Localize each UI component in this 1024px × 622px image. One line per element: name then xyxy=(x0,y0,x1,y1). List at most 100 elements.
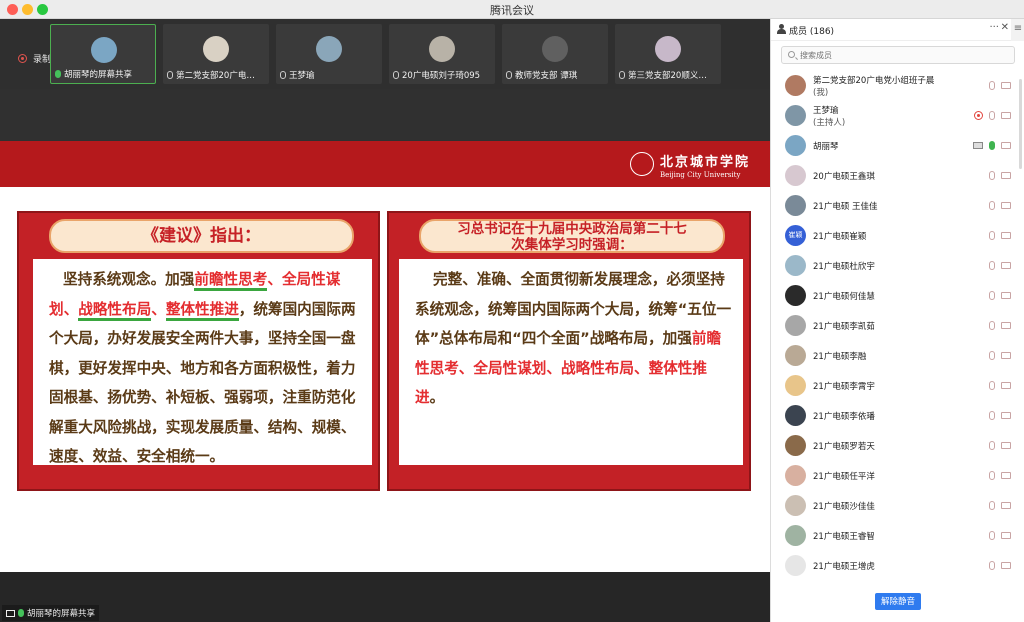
avatar xyxy=(785,375,806,396)
camera-off-icon[interactable] xyxy=(1001,172,1011,179)
microphone-muted-icon[interactable] xyxy=(989,351,995,360)
member-status-icons xyxy=(983,261,1011,271)
right-heading-line-2: 次集体学习时强调： xyxy=(511,237,633,253)
member-row[interactable]: 21广电硕罗若天 xyxy=(771,431,1024,461)
participant-name: 胡丽琴的屏幕共享 xyxy=(64,70,133,80)
left-highlight-1: 前瞻性思考 xyxy=(194,271,268,291)
member-search-box[interactable] xyxy=(781,46,1015,64)
member-status-icons xyxy=(968,111,1011,121)
member-row[interactable]: 崔颖 21广电硕崔颖 xyxy=(771,221,1024,251)
person-icon xyxy=(777,24,786,34)
microphone-muted-icon[interactable] xyxy=(989,441,995,450)
member-status-icons xyxy=(983,561,1011,571)
camera-off-icon[interactable] xyxy=(1001,502,1011,509)
member-row[interactable]: 21广电硕李融 xyxy=(771,341,1024,371)
microphone-muted-icon[interactable] xyxy=(989,171,995,180)
participant-thumbnail[interactable]: 王梦瑜 xyxy=(276,24,382,84)
member-name: 21广电硕崔颖 xyxy=(813,232,867,242)
member-row[interactable]: 20广电硕王鑫琪 xyxy=(771,161,1024,191)
member-row[interactable]: 第二党支部20广电党小组班子晨 (我) xyxy=(771,71,1024,101)
camera-off-icon[interactable] xyxy=(1001,82,1011,89)
microphone-on-icon[interactable] xyxy=(989,141,995,150)
member-name: 21广电硕李依璠 xyxy=(813,412,875,422)
participant-thumbnail[interactable]: 第二党支部20广电… xyxy=(163,24,269,84)
microphone-muted-icon[interactable] xyxy=(989,471,995,480)
member-row[interactable]: 21广电硕杜欣宇 xyxy=(771,251,1024,281)
microphone-icon xyxy=(506,71,512,79)
participant-label: 第三党支部20顺义… xyxy=(619,69,717,81)
camera-off-icon[interactable] xyxy=(1001,202,1011,209)
camera-off-icon[interactable] xyxy=(1001,352,1011,359)
member-list-scrollbar[interactable] xyxy=(1019,79,1022,169)
camera-off-icon[interactable] xyxy=(1001,412,1011,419)
member-search-input[interactable] xyxy=(800,48,1000,62)
avatar xyxy=(785,165,806,186)
microphone-muted-icon[interactable] xyxy=(989,201,995,210)
camera-off-icon[interactable] xyxy=(1001,562,1011,569)
unmute-button[interactable]: 解除静音 xyxy=(875,593,921,610)
microphone-icon xyxy=(280,71,286,79)
member-row[interactable]: 21广电硕李依璠 xyxy=(771,401,1024,431)
participant-name: 20广电硕刘子琦095 xyxy=(402,71,481,81)
mic-on-icon xyxy=(18,609,24,617)
right-panel-heading: 习总书记在十九届中央政治局第二十七 次集体学习时强调： xyxy=(419,219,725,253)
more-options-icon[interactable]: ··· xyxy=(989,22,999,33)
microphone-muted-icon[interactable] xyxy=(989,261,995,270)
camera-off-icon[interactable] xyxy=(1001,382,1011,389)
slide-left-panel: 《建议》指出： 坚持系统观念。加强前瞻性思考、全局性谋划、战略性布局、整体性推进… xyxy=(17,211,380,491)
left-lead-text: 坚持系统观念。加强 xyxy=(63,271,195,288)
camera-off-icon[interactable] xyxy=(1001,472,1011,479)
microphone-muted-icon[interactable] xyxy=(989,531,995,540)
member-status-icons xyxy=(983,471,1011,481)
microphone-muted-icon[interactable] xyxy=(989,501,995,510)
participant-thumbnail[interactable]: 胡丽琴的屏幕共享 xyxy=(50,24,156,84)
member-row[interactable]: 王梦瑜 (主持人) xyxy=(771,101,1024,131)
member-row[interactable]: 21广电硕 王佳佳 xyxy=(771,191,1024,221)
camera-off-icon[interactable] xyxy=(1001,262,1011,269)
avatar xyxy=(429,36,455,62)
member-name: 21广电硕李融 xyxy=(813,352,867,362)
member-row[interactable]: 21广电硕王增虎 xyxy=(771,551,1024,581)
participant-thumbnail[interactable]: 第三党支部20顺义… xyxy=(615,24,721,84)
member-name: 21广电硕何佳慧 xyxy=(813,292,875,302)
member-row[interactable]: 21广电硕王睿智 xyxy=(771,521,1024,551)
member-row[interactable]: 21广电硕任平洋 xyxy=(771,461,1024,491)
close-panel-icon[interactable]: ✕ xyxy=(1001,22,1009,33)
microphone-muted-icon[interactable] xyxy=(989,231,995,240)
member-row[interactable]: 21广电硕沙佳佳 xyxy=(771,491,1024,521)
member-status-icons xyxy=(983,201,1011,211)
shared-screen-top xyxy=(0,89,770,141)
member-name: 21广电硕任平洋 xyxy=(813,472,875,482)
left-sep-1: 、 xyxy=(267,271,282,288)
microphone-muted-icon[interactable] xyxy=(989,381,995,390)
camera-off-icon[interactable] xyxy=(1001,532,1011,539)
right-highlight-2: 全局性谋划 xyxy=(473,359,547,377)
microphone-muted-icon[interactable] xyxy=(989,321,995,330)
avatar xyxy=(785,405,806,426)
microphone-muted-icon[interactable] xyxy=(989,411,995,420)
microphone-muted-icon[interactable] xyxy=(989,291,995,300)
camera-off-icon[interactable] xyxy=(1001,292,1011,299)
member-row[interactable]: 21广电硕何佳慧 xyxy=(771,281,1024,311)
microphone-muted-icon[interactable] xyxy=(989,561,995,570)
member-status-icons xyxy=(983,411,1011,421)
participant-thumbnail[interactable]: 20广电硕刘子琦095 xyxy=(389,24,495,84)
panel-menu-icon[interactable]: ≡ xyxy=(1011,19,1024,41)
member-name: 21广电硕杜欣宇 xyxy=(813,262,875,272)
camera-off-icon[interactable] xyxy=(1001,142,1011,149)
camera-off-icon[interactable] xyxy=(1001,232,1011,239)
right-panel-body: 完整、准确、全面贯彻新发展理念，必须坚持系统观念，统筹国内国际两个大局，统筹“五… xyxy=(399,259,743,465)
left-highlight-3: 战略性布局 xyxy=(78,300,152,321)
camera-off-icon[interactable] xyxy=(1001,442,1011,449)
avatar xyxy=(785,315,806,336)
member-row[interactable]: 胡丽琴 xyxy=(771,131,1024,161)
university-logo: 北京城市学院 Beijing City University xyxy=(629,151,750,179)
participant-thumbnail[interactable]: 教师党支部 谭琪 xyxy=(502,24,608,84)
right-tail-text: 。 xyxy=(429,389,445,406)
member-row[interactable]: 21广电硕李凯茹 xyxy=(771,311,1024,341)
camera-off-icon[interactable] xyxy=(1001,322,1011,329)
camera-off-icon[interactable] xyxy=(1001,112,1011,119)
microphone-muted-icon[interactable] xyxy=(989,81,995,90)
member-row[interactable]: 21广电硕李霄宇 xyxy=(771,371,1024,401)
microphone-muted-icon[interactable] xyxy=(989,111,995,120)
